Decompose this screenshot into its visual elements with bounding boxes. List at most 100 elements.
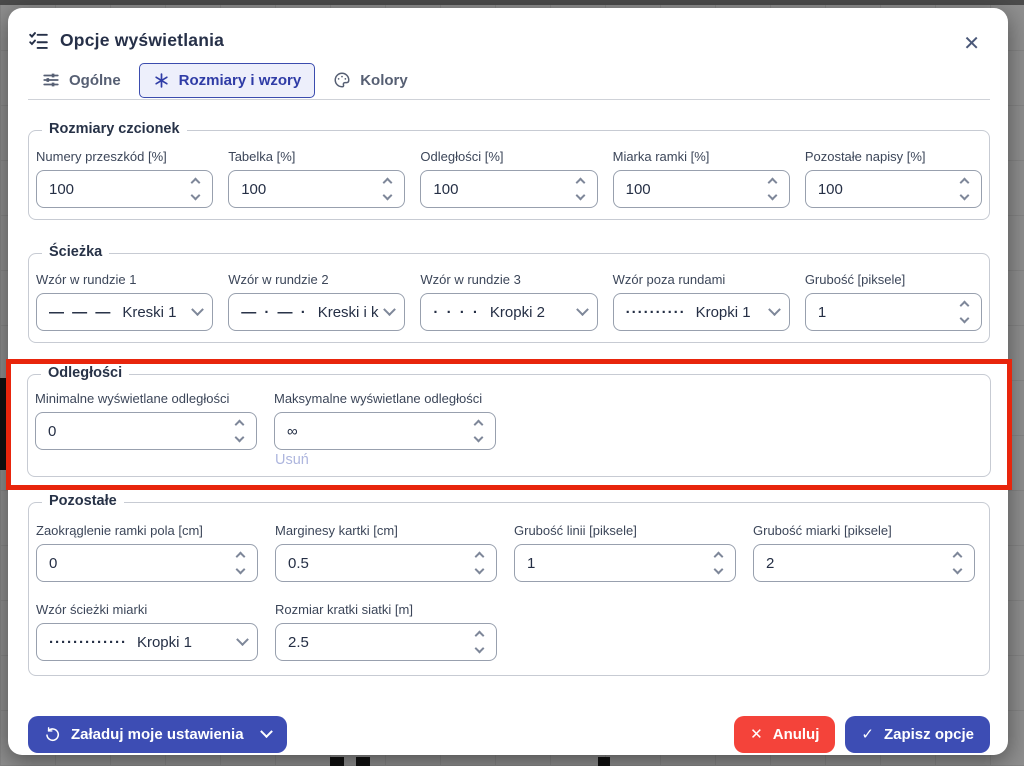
background-fragment [330, 757, 344, 766]
chevron-down-icon[interactable] [475, 644, 485, 654]
spinner-buttons[interactable] [709, 553, 725, 573]
chevron-up-icon[interactable] [960, 178, 970, 188]
dense-dots-pattern-preview: ············· [49, 634, 127, 651]
load-my-settings-button[interactable]: Załaduj moje ustawienia [28, 716, 287, 753]
max-displayed-distance-input[interactable]: ∞ [274, 412, 496, 450]
spinner-buttons[interactable] [763, 179, 779, 199]
round3-pattern-select[interactable]: · · · · Kropki 2 [420, 293, 597, 331]
chevron-down-icon[interactable] [960, 191, 970, 201]
chevron-up-icon[interactable] [236, 552, 246, 562]
chevron-up-icon[interactable] [767, 178, 777, 188]
chevron-down-icon[interactable] [767, 191, 777, 201]
chevron-up-icon[interactable] [475, 552, 485, 562]
background-fragment [356, 757, 370, 766]
cancel-button[interactable]: ✕ Anuluj [734, 716, 835, 753]
tab-divider [28, 99, 990, 100]
chevron-down-icon[interactable] [714, 565, 724, 575]
line-thickness-input[interactable]: 1 [514, 544, 736, 582]
chevron-down-icon[interactable] [575, 191, 585, 201]
chevron-down-icon [768, 303, 781, 316]
field-label: Pozostałe napisy [%] [805, 149, 982, 164]
dialog-footer: Załaduj moje ustawienia ✕ Anuluj ✓ Zapis… [28, 716, 990, 753]
restore-icon [44, 726, 61, 743]
round2-pattern-select[interactable]: — · — · Kreski i k [228, 293, 405, 331]
section-distances: Odległości Minimalne wyświetlane odległo… [27, 374, 991, 477]
section-legend: Rozmiary czcionek [42, 121, 187, 137]
chevron-up-icon[interactable] [960, 301, 970, 311]
dash-pattern-preview: — — — [49, 304, 112, 321]
chevron-down-icon[interactable] [475, 565, 485, 575]
distances-size-input[interactable]: 100 [420, 170, 597, 208]
field-frame-rounding-input[interactable]: 0 [36, 544, 258, 582]
ruler-path-pattern-select[interactable]: ············· Kropki 1 [36, 623, 258, 661]
chevron-up-icon[interactable] [191, 178, 201, 188]
chevron-up-icon[interactable] [474, 420, 484, 430]
background-fragment [598, 757, 610, 766]
section-other: Pozostałe Zaokrąglenie ramki pola [cm] 0… [28, 502, 990, 676]
dense-dots-pattern-preview: ·········· [626, 304, 686, 321]
x-icon: ✕ [750, 727, 763, 742]
field-label: Minimalne wyświetlane odległości [35, 391, 257, 406]
tab-sizes-and-patterns[interactable]: Rozmiary i wzory [139, 63, 316, 98]
chevron-up-icon[interactable] [953, 552, 963, 562]
field-label: Rozmiar kratki siatki [m] [275, 602, 497, 617]
other-labels-size-input[interactable]: 100 [805, 170, 982, 208]
chevron-up-icon[interactable] [235, 420, 245, 430]
chevron-up-icon[interactable] [575, 178, 585, 188]
min-displayed-distance-input[interactable]: 0 [35, 412, 257, 450]
checklist-icon [28, 30, 49, 51]
chevron-up-icon[interactable] [714, 552, 724, 562]
display-options-dialog: Opcje wyświetlania ✕ Ogólne Rozmiary i w… [8, 8, 1008, 755]
tab-bar: Ogólne Rozmiary i wzory Kolory [28, 62, 990, 98]
spinner-buttons[interactable] [230, 421, 246, 441]
chevron-down-icon[interactable] [383, 191, 393, 201]
chevron-down-icon[interactable] [235, 433, 245, 443]
spinner-buttons[interactable] [948, 553, 964, 573]
chevron-up-icon[interactable] [383, 178, 393, 188]
field-label: Wzór poza rundami [613, 272, 790, 287]
save-options-button[interactable]: ✓ Zapisz opcje [845, 716, 990, 753]
path-thickness-input[interactable]: 1 [805, 293, 982, 331]
frame-ruler-size-input[interactable]: 100 [613, 170, 790, 208]
chevron-down-icon[interactable] [953, 565, 963, 575]
field-label: Grubość [piksele] [805, 272, 982, 287]
spinner-buttons[interactable] [231, 553, 247, 573]
table-size-input[interactable]: 100 [228, 170, 405, 208]
ruler-thickness-input[interactable]: 2 [753, 544, 975, 582]
close-icon[interactable]: ✕ [963, 34, 980, 54]
chevron-down-icon[interactable] [191, 191, 201, 201]
field-label: Grubość miarki [piksele] [753, 523, 975, 538]
spinner-buttons[interactable] [378, 179, 394, 199]
spinner-buttons[interactable] [571, 179, 587, 199]
field-label: Wzór w rundzie 3 [420, 272, 597, 287]
field-label: Maksymalne wyświetlane odległości [274, 391, 496, 406]
remove-link[interactable]: Usuń [275, 452, 983, 468]
field-label: Grubość linii [piksele] [514, 523, 736, 538]
spinner-buttons[interactable] [955, 179, 971, 199]
spinner-buttons[interactable] [470, 553, 486, 573]
chevron-down-icon[interactable] [474, 433, 484, 443]
tab-label: Kolory [360, 72, 408, 89]
spinner-buttons[interactable] [470, 632, 486, 652]
field-label: Numery przeszkód [%] [36, 149, 213, 164]
tab-general[interactable]: Ogólne [28, 62, 135, 98]
field-label: Zaokrąglenie ramki pola [cm] [36, 523, 258, 538]
page-margins-input[interactable]: 0.5 [275, 544, 497, 582]
chevron-down-icon[interactable] [236, 565, 246, 575]
spinner-buttons[interactable] [469, 421, 485, 441]
round1-pattern-select[interactable]: — — — Kreski 1 [36, 293, 213, 331]
spinner-buttons[interactable] [955, 302, 971, 322]
field-label: Wzór ścieżki miarki [36, 602, 258, 617]
chevron-up-icon[interactable] [475, 631, 485, 641]
chevron-down-icon [191, 303, 204, 316]
grid-cell-size-input[interactable]: 2.5 [275, 623, 497, 661]
chevron-down-icon [576, 303, 589, 316]
tab-colors[interactable]: Kolory [319, 62, 422, 98]
chevron-down-icon[interactable] [260, 725, 273, 738]
obstacle-numbers-size-input[interactable]: 100 [36, 170, 213, 208]
spinner-buttons[interactable] [186, 179, 202, 199]
field-label: Wzór w rundzie 1 [36, 272, 213, 287]
outside-rounds-pattern-select[interactable]: ·········· Kropki 1 [613, 293, 790, 331]
chevron-down-icon[interactable] [960, 314, 970, 324]
dialog-title: Opcje wyświetlania [60, 30, 224, 51]
